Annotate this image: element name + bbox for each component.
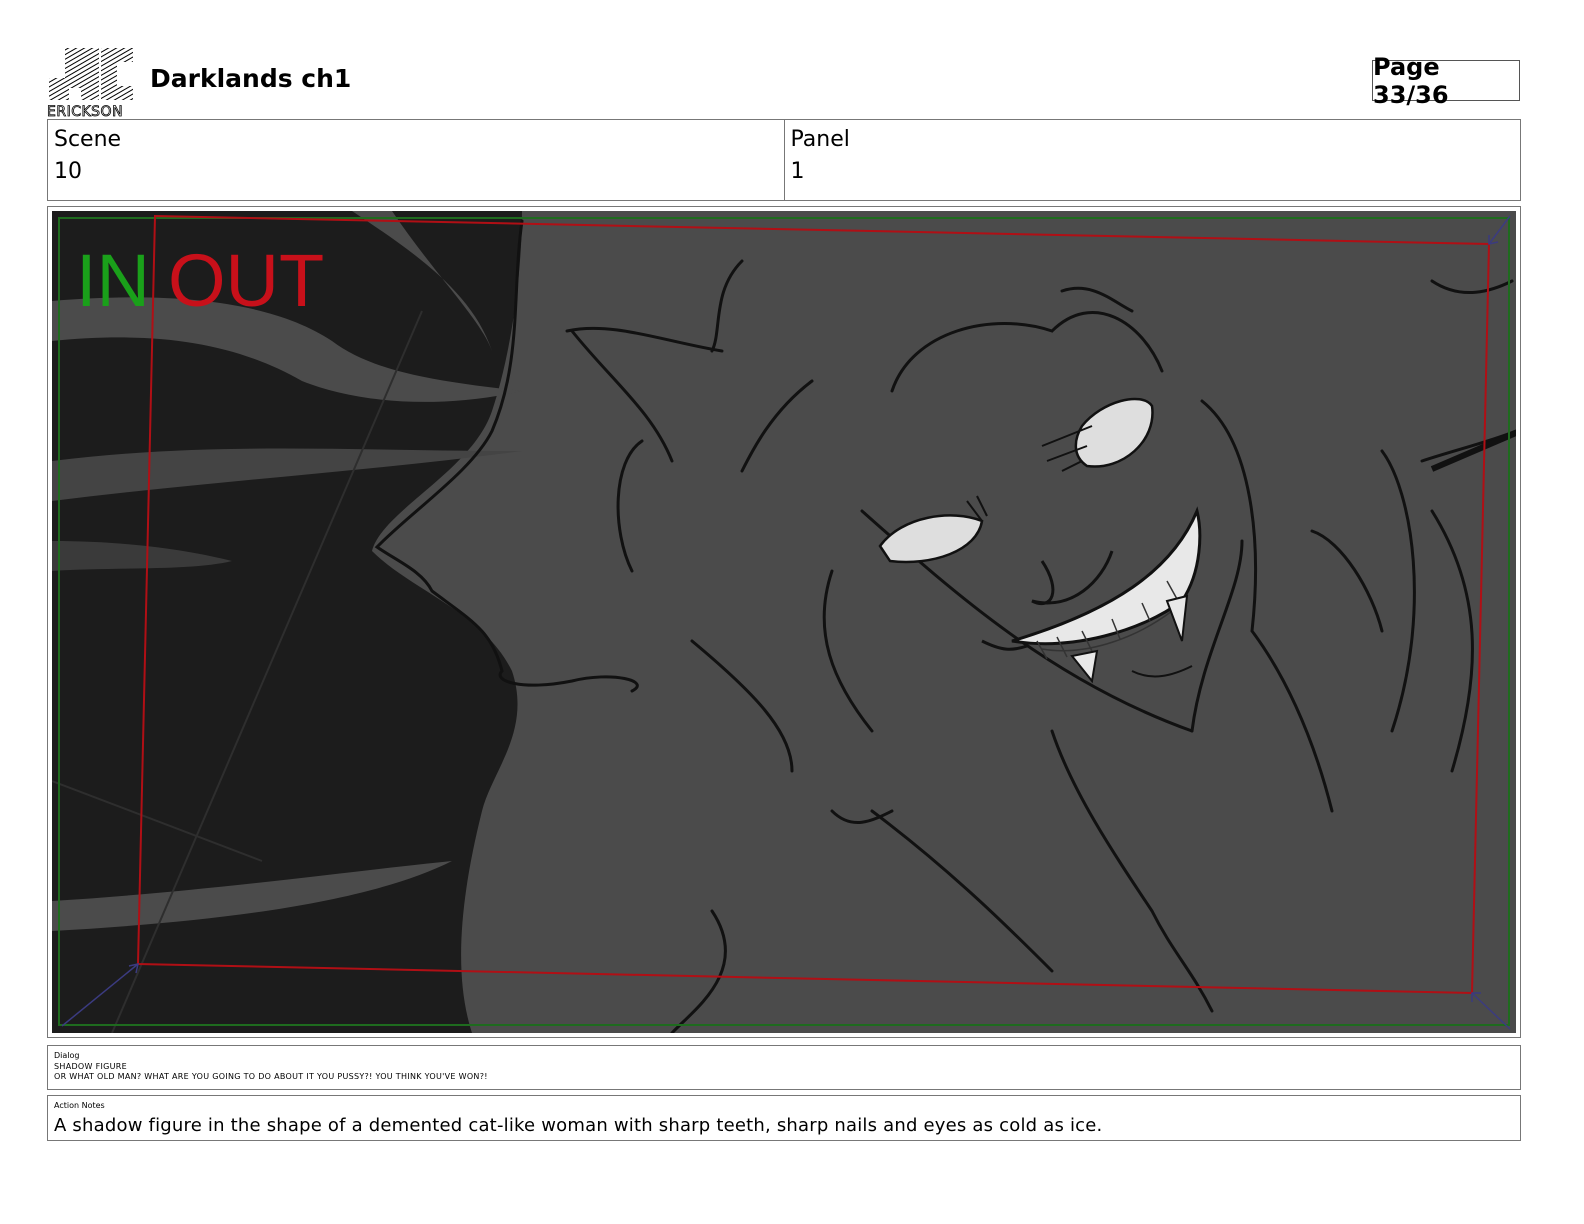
scene-value: 10 <box>54 159 82 184</box>
storyboard-frame: IN OUT <box>47 206 1521 1038</box>
panel-cell: Panel 1 <box>783 120 1521 200</box>
action-notes-label: Action Notes <box>54 1101 105 1110</box>
document-title: Darklands ch1 <box>150 64 352 93</box>
dialog-character: SHADOW FIGURE <box>54 1062 128 1071</box>
scene-cell: Scene 10 <box>48 120 784 200</box>
studio-logo: ERICKSON <box>47 46 135 120</box>
dialog-label: Dialog <box>54 1051 80 1060</box>
panel-label: Panel <box>790 127 850 152</box>
page-counter: Page 33/36 <box>1372 53 1520 109</box>
in-label: IN <box>76 239 150 322</box>
scene-panel-info: Scene 10 Panel 1 <box>47 119 1521 201</box>
action-notes-box: Action Notes A shadow figure in the shap… <box>47 1095 1521 1141</box>
logo-text: ERICKSON <box>47 104 123 118</box>
dialog-box: Dialog SHADOW FIGURE OR WHAT OLD MAN? WH… <box>47 1045 1521 1090</box>
grin <box>1011 506 1202 646</box>
storyboard-image: IN OUT <box>52 211 1516 1033</box>
left-eye <box>878 514 984 564</box>
storyboard-drawing: IN OUT <box>52 211 1516 1033</box>
right-eye <box>1074 397 1154 468</box>
panel-value: 1 <box>790 159 805 184</box>
dialog-line: OR WHAT OLD MAN? WHAT ARE YOU GOING TO D… <box>54 1072 488 1081</box>
out-label: OUT <box>168 239 324 322</box>
action-notes-text: A shadow figure in the shape of a dement… <box>54 1115 1103 1136</box>
scene-label: Scene <box>54 127 122 152</box>
